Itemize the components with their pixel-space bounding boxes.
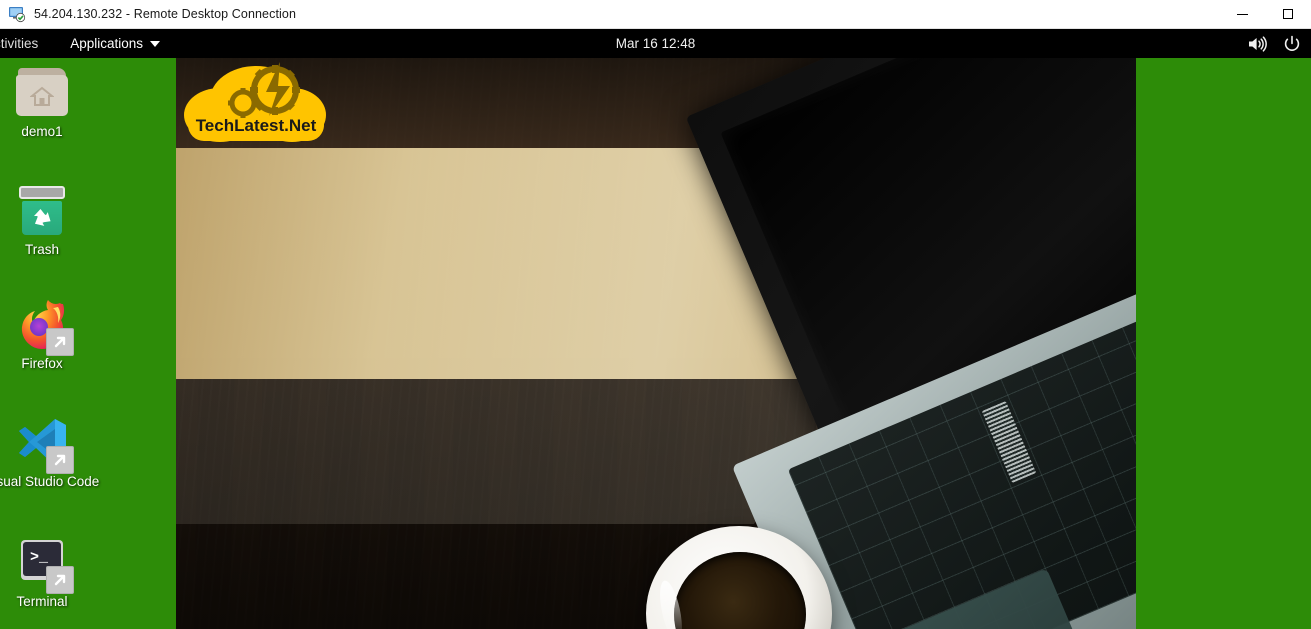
maximize-icon <box>1283 9 1293 19</box>
terminal-icon: >_ <box>14 536 74 594</box>
desktop-icon-label: Terminal <box>16 594 68 609</box>
vscode-icon <box>14 416 74 474</box>
desktop-icon-label: demo1 <box>21 124 63 139</box>
trash-body <box>22 201 62 235</box>
applications-menu[interactable]: Applications <box>70 36 161 51</box>
techlatest-logo: TechLatest.Net <box>180 60 332 152</box>
gnome-top-bar: ctivities Applications Mar 16 12:48 <box>0 29 1311 58</box>
techlatest-logo-text: TechLatest.Net <box>196 116 317 135</box>
desktop-wallpaper: TechLatest.Net <box>176 58 1136 629</box>
desktop-icon-trash[interactable]: Trash <box>0 184 112 259</box>
trash-icon <box>14 184 70 236</box>
desktop-icon-firefox[interactable]: Firefox <box>0 298 112 373</box>
system-status-area[interactable] <box>1247 35 1301 53</box>
desktop-icon-demo1[interactable]: demo1 <box>0 66 112 141</box>
house-glyph <box>30 86 54 106</box>
desktop-icon-label: Trash <box>24 242 59 257</box>
power-icon[interactable] <box>1283 35 1301 53</box>
volume-icon[interactable] <box>1247 35 1267 53</box>
remote-desktop-window: 54.204.130.232 - Remote Desktop Connecti… <box>0 0 1311 629</box>
desktop-icon-label: Firefox <box>21 356 63 371</box>
clock[interactable]: Mar 16 12:48 <box>556 36 756 51</box>
home-folder-icon <box>14 66 70 118</box>
desktop-area[interactable]: TechLatest.Net demo1 Trash Firefox ual S… <box>0 58 1311 629</box>
desktop-icon-vscode[interactable]: Visual Studio Code <box>0 416 112 491</box>
activities-button[interactable]: ctivities <box>0 36 38 51</box>
desktop-icon-terminal[interactable]: >_ Terminal <box>0 536 112 611</box>
chevron-down-icon <box>150 40 161 47</box>
maximize-button[interactable] <box>1265 0 1311 29</box>
window-title: 54.204.130.232 - Remote Desktop Connecti… <box>34 7 297 21</box>
shortcut-badge <box>46 446 74 474</box>
shortcut-badge <box>46 566 74 594</box>
desktop-icon-label: Visual Studio Code <box>0 474 100 489</box>
svg-text:>_: >_ <box>30 549 49 566</box>
shortcut-badge <box>46 328 74 356</box>
trash-lid <box>19 186 65 199</box>
applications-label: Applications <box>70 36 144 51</box>
minimize-button[interactable] <box>1219 0 1265 29</box>
firefox-icon <box>14 298 74 356</box>
minimize-icon <box>1236 13 1248 15</box>
remote-desktop-icon <box>8 5 26 23</box>
wallpaper-coffee-liquid <box>674 552 806 629</box>
window-title-bar: 54.204.130.232 - Remote Desktop Connecti… <box>0 0 1311 29</box>
